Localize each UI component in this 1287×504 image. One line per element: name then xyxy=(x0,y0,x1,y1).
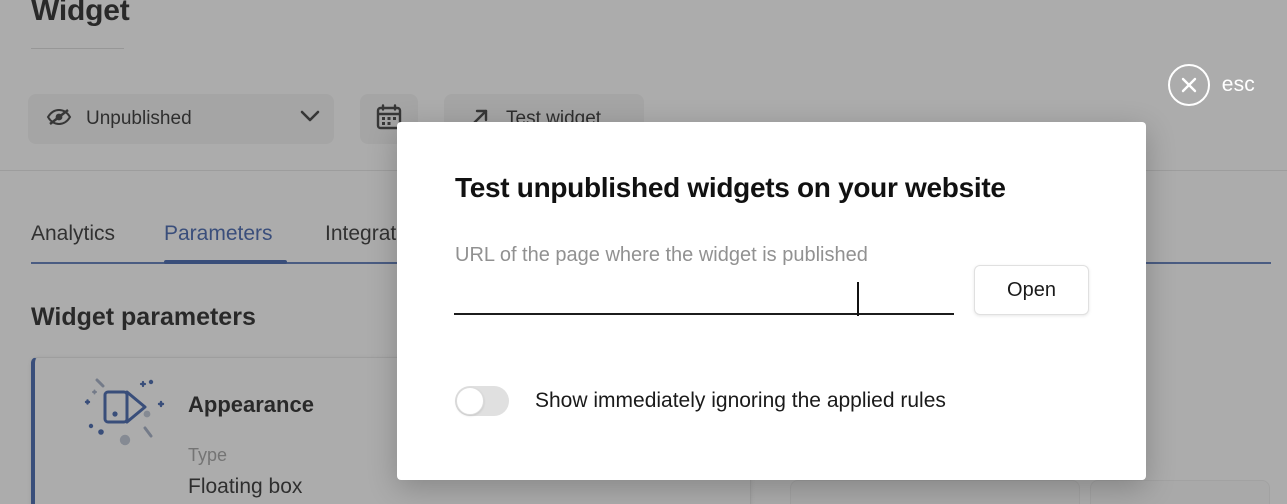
show-immediately-row: Show immediately ignoring the applied ru… xyxy=(455,386,946,416)
url-field-label: URL of the page where the widget is publ… xyxy=(455,244,868,266)
toggle-knob xyxy=(456,387,484,415)
app-root: Widget Unpublished Test widget Analytics… xyxy=(0,0,1287,504)
show-immediately-toggle[interactable] xyxy=(455,386,509,416)
esc-label: esc xyxy=(1221,73,1255,96)
show-immediately-label: Show immediately ignoring the applied ru… xyxy=(535,389,946,412)
modal-title: Test unpublished widgets on your website xyxy=(455,172,1006,203)
modal-close-control[interactable]: esc xyxy=(1167,64,1255,106)
url-input[interactable] xyxy=(454,277,954,315)
text-caret xyxy=(857,282,859,316)
close-circle-icon[interactable] xyxy=(1167,64,1210,106)
open-button[interactable]: Open xyxy=(974,265,1089,315)
test-widget-modal: Test unpublished widgets on your website… xyxy=(397,122,1146,480)
